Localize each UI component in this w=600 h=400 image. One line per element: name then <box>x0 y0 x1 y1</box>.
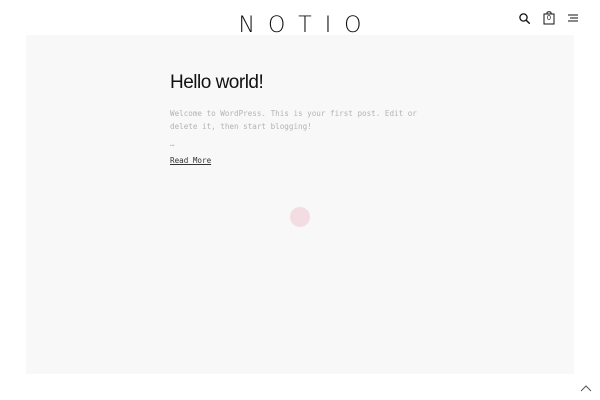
search-icon[interactable] <box>519 12 530 24</box>
page: NOTIO 0 Hello world! Welcome to WordPres… <box>0 0 600 400</box>
post-excerpt: Welcome to WordPress. This is your first… <box>170 109 417 131</box>
chevron-up-icon[interactable] <box>580 380 592 392</box>
post-title[interactable]: Hello world! <box>170 71 440 95</box>
post-entry: Hello world! Welcome to WordPress. This … <box>170 71 440 168</box>
cart-icon[interactable]: 0 <box>543 11 555 25</box>
menu-icon[interactable] <box>568 14 578 22</box>
cart-count: 0 <box>547 15 551 22</box>
read-more-link[interactable]: Read More <box>170 155 211 167</box>
loading-indicator <box>290 207 310 227</box>
content-area: Hello world! Welcome to WordPress. This … <box>26 35 574 374</box>
post-ellipsis: … <box>170 139 175 148</box>
header-actions: 0 <box>519 10 578 26</box>
